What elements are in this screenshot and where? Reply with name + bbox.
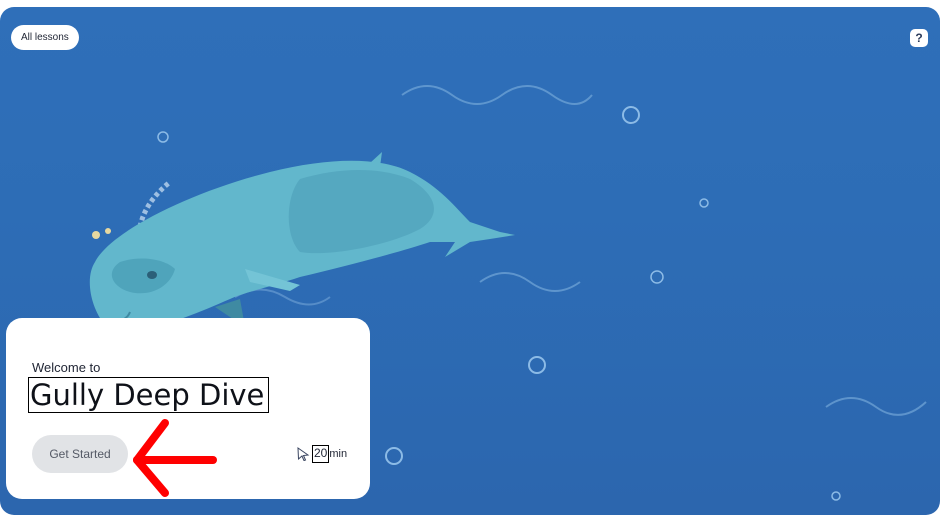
whale-illustration [89,152,515,337]
cursor-icon [297,447,310,461]
bubble [622,106,640,124]
red-arrow-icon [133,419,217,497]
all-lessons-button[interactable]: All lessons [11,25,79,50]
wave-line [401,85,593,105]
help-icon[interactable]: ? [910,29,928,47]
welcome-text: Welcome to [32,360,101,375]
wave-line [479,272,581,292]
bubble [650,270,664,284]
duration-value: 20 [311,445,330,463]
bubble [157,131,169,143]
lesson-hero: All lessons ? Welcome to Gully Deep Dive… [0,7,940,515]
bubble [831,491,841,501]
wave-line [825,397,927,416]
bubble [105,228,111,234]
duration-unit: min [329,448,348,460]
bubble [385,447,403,465]
bubble [528,356,546,374]
lesson-title: Gully Deep Dive [27,377,270,413]
bubble [92,231,100,239]
welcome-card: Welcome to Gully Deep Dive Get Started 2… [6,318,370,499]
get-started-button[interactable]: Get Started [32,435,128,473]
bubble [699,198,709,208]
lesson-duration: 20 min [296,445,348,463]
